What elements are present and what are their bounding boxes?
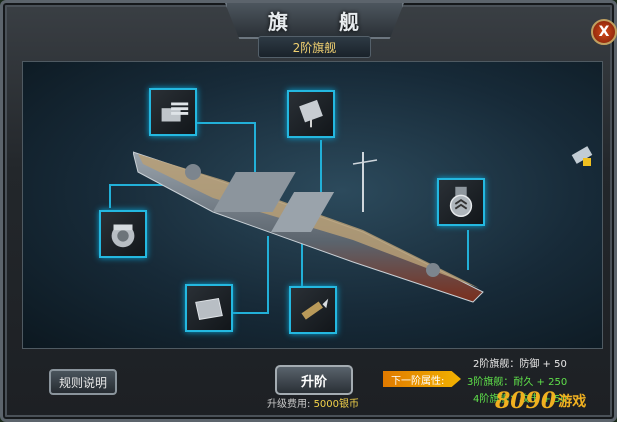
cost-label: 升级费用:	[267, 399, 311, 410]
shell-icon	[301, 298, 329, 320]
turret-icon	[161, 102, 189, 122]
title-banner: 旗 舰	[225, 3, 404, 39]
subtitle-bar: 2阶旗舰	[258, 36, 371, 58]
connector-line	[197, 122, 255, 124]
upgrade-cost: 升级费用: 5000银币	[267, 395, 359, 410]
radar-icon	[299, 99, 323, 128]
slot-radar[interactable]	[287, 90, 335, 138]
engine-icon	[111, 224, 135, 248]
site-watermark: 8090 游戏	[495, 383, 613, 419]
cost-value: 5000银币	[313, 399, 360, 410]
connector-line	[233, 312, 269, 314]
armor-plate-icon	[195, 297, 223, 320]
current-attribute: 2阶旗舰：防御 + 50	[473, 359, 567, 370]
flagship-rank: 2阶旗舰	[292, 40, 337, 55]
close-icon: X	[598, 24, 610, 40]
watermark-text: 游戏	[558, 394, 587, 410]
slot-ammo[interactable]	[289, 286, 337, 334]
slot-engine[interactable]	[99, 210, 147, 258]
connector-line	[109, 184, 111, 208]
rules-button[interactable]: 规则说明	[49, 369, 117, 395]
ship-display-panel	[22, 61, 603, 349]
medal-icon	[449, 186, 473, 217]
close-button[interactable]: X	[591, 19, 617, 45]
next-attribute-label: 下一阶属性:	[383, 371, 461, 387]
watermark-number: 8090	[495, 388, 557, 414]
slot-medal[interactable]	[437, 178, 485, 226]
upgrade-button[interactable]: 升阶	[275, 365, 353, 395]
slot-armor[interactable]	[185, 284, 233, 332]
fleet-icon[interactable]	[569, 142, 597, 170]
window-title: 旗 舰	[268, 9, 381, 34]
slot-main-gun[interactable]	[149, 88, 197, 136]
game-window: 旗 舰 2阶旗舰 X 规则说明 升阶 升级费用: 5000银币 2阶旗舰：防御 …	[0, 0, 617, 422]
